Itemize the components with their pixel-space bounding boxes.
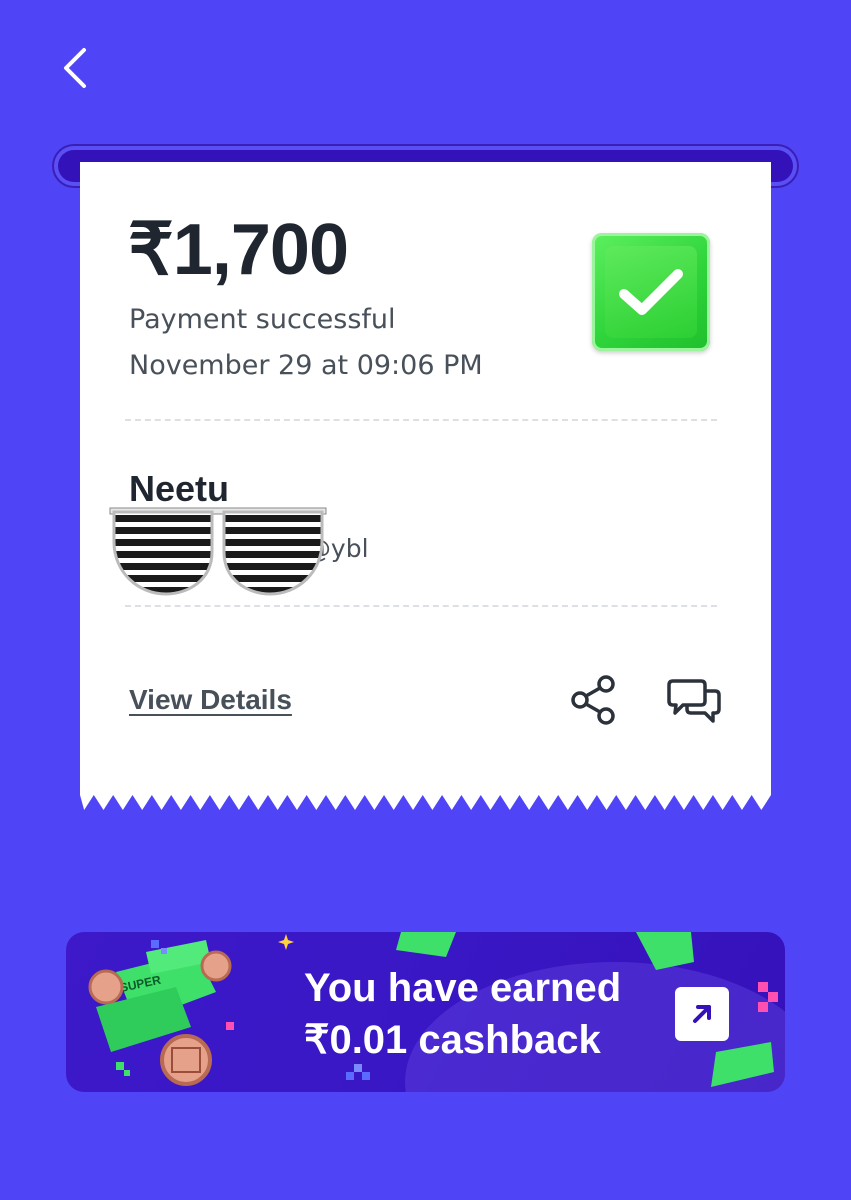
cash-note-decoration: [636, 932, 694, 970]
cashback-banner[interactable]: SUPER You have earned ₹0.01 cashback: [66, 932, 785, 1092]
pixel-decoration: [758, 982, 778, 1012]
view-details-link[interactable]: View Details: [129, 684, 292, 716]
share-button[interactable]: [566, 672, 622, 728]
chevron-left-icon: [64, 48, 86, 88]
arrow-up-right-icon: [693, 1005, 711, 1023]
success-badge: [592, 233, 710, 351]
sparkle-decoration: [278, 934, 294, 950]
cashback-message: You have earned ₹0.01 cashback: [304, 962, 621, 1066]
dashed-divider: [125, 419, 717, 421]
cash-note-decoration: [396, 932, 456, 957]
dashed-divider: [125, 605, 717, 607]
share-icon: [571, 675, 615, 725]
cashback-open-button[interactable]: [675, 987, 729, 1041]
cashback-line-2: ₹0.01 cashback: [304, 1018, 601, 1062]
chat-bubbles-icon: [667, 679, 721, 723]
pixel-decoration: [346, 1064, 370, 1080]
cash-note-decoration: [711, 1042, 774, 1087]
payment-datetime: November 29 at 09:06 PM: [129, 350, 483, 381]
chat-button[interactable]: [666, 672, 722, 728]
payment-status: Payment successful: [129, 304, 396, 335]
back-button[interactable]: [50, 40, 100, 96]
payment-amount: ₹1,700: [128, 210, 349, 290]
super-coins-illustration: SUPER: [88, 940, 234, 1086]
checkmark-icon: [619, 269, 683, 315]
payment-receipt-card: ₹1,700 Payment successful November 29 at…: [80, 162, 771, 810]
shutter-sunglasses-icon: [109, 507, 327, 596]
cashback-line-1: You have earned: [304, 966, 622, 1010]
